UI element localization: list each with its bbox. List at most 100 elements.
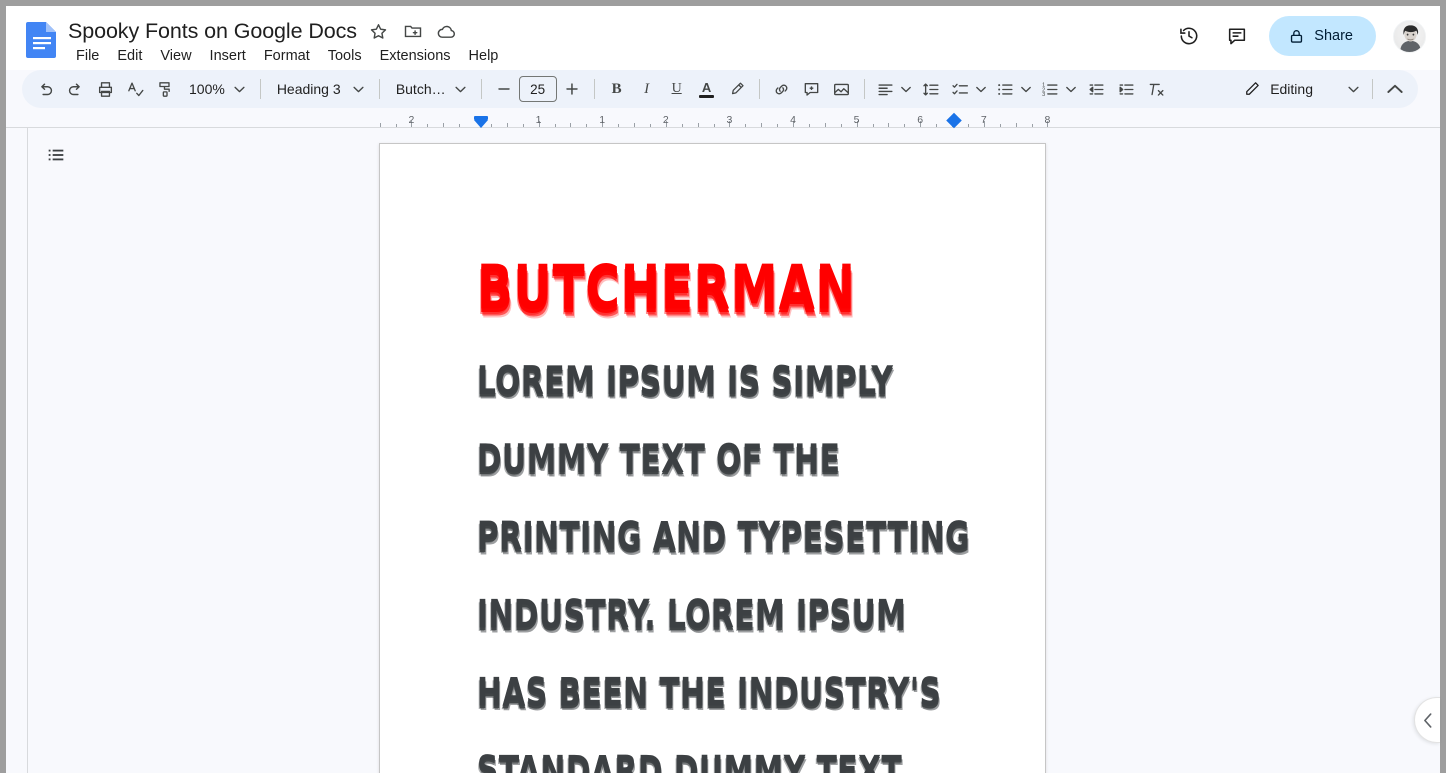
ruler-tick bbox=[570, 123, 572, 127]
bulleted-list-dropdown[interactable] bbox=[992, 75, 1037, 103]
font-family-dropdown[interactable]: Butch… bbox=[387, 75, 474, 103]
horizontal-ruler[interactable]: 2 1 1 2 3 4 5 6 7 8 bbox=[6, 112, 1440, 129]
ruler-tick bbox=[936, 124, 938, 127]
toolbar-divider bbox=[259, 79, 261, 99]
editing-mode-dropdown[interactable]: Editing bbox=[1235, 74, 1365, 104]
ruler-tick bbox=[490, 124, 492, 127]
left-indent-marker[interactable] bbox=[474, 120, 488, 128]
align-left-icon bbox=[876, 80, 895, 99]
move-folder-icon[interactable] bbox=[401, 19, 425, 43]
ruler-number: 6 bbox=[917, 114, 924, 126]
menu-tools[interactable]: Tools bbox=[320, 44, 370, 68]
redo-icon[interactable] bbox=[60, 74, 90, 104]
highlight-color-button[interactable] bbox=[722, 74, 752, 104]
insert-image-icon[interactable] bbox=[827, 74, 857, 104]
version-history-icon[interactable] bbox=[1169, 16, 1209, 56]
ruler-tick bbox=[586, 124, 588, 127]
ruler-tick bbox=[459, 124, 461, 127]
spellcheck-icon[interactable] bbox=[120, 74, 150, 104]
ruler-tick bbox=[681, 124, 683, 127]
decrease-font-size-button[interactable] bbox=[489, 74, 519, 104]
app-header: Spooky Fonts on Google Docs File Edit Vi… bbox=[6, 6, 1440, 70]
document-title-row: Spooky Fonts on Google Docs bbox=[68, 16, 459, 46]
ruler-tick bbox=[427, 124, 429, 127]
google-docs-logo-icon[interactable] bbox=[24, 20, 60, 58]
ruler-number: 5 bbox=[853, 114, 860, 126]
zoom-dropdown[interactable]: 100% bbox=[180, 75, 253, 103]
lock-icon bbox=[1288, 28, 1305, 45]
pencil-icon bbox=[1243, 80, 1261, 98]
checklist-icon bbox=[951, 80, 970, 99]
user-avatar[interactable] bbox=[1393, 19, 1426, 53]
share-button[interactable]: Share bbox=[1269, 16, 1376, 56]
numbered-list-dropdown[interactable]: 1 2 3 bbox=[1037, 75, 1082, 103]
align-dropdown[interactable] bbox=[872, 75, 917, 103]
document-body[interactable]: BUTCHERMAN Lorem Ipsum is simply dummy t… bbox=[477, 252, 977, 773]
chevron-down-icon bbox=[452, 80, 470, 98]
menu-extensions[interactable]: Extensions bbox=[372, 44, 459, 68]
text-color-swatch bbox=[699, 94, 715, 98]
toolbar-divider bbox=[758, 79, 760, 99]
ruler-tick bbox=[713, 124, 715, 127]
vruler-baseline bbox=[27, 128, 28, 773]
ruler-tick bbox=[904, 124, 906, 127]
paint-format-icon[interactable] bbox=[150, 74, 180, 104]
ruler-number: 4 bbox=[790, 114, 796, 126]
paragraph-style-value: Heading 3 bbox=[276, 81, 341, 97]
cloud-saved-icon[interactable] bbox=[435, 19, 459, 43]
comments-icon[interactable] bbox=[1217, 16, 1257, 56]
underline-button[interactable]: U bbox=[662, 74, 692, 104]
increase-font-size-button[interactable] bbox=[557, 74, 587, 104]
document-page[interactable]: BUTCHERMAN Lorem Ipsum is simply dummy t… bbox=[379, 143, 1046, 773]
editing-mode-label: Editing bbox=[1270, 81, 1313, 97]
ruler-tick bbox=[967, 124, 969, 127]
ruler-tick bbox=[697, 123, 699, 127]
print-icon[interactable] bbox=[90, 74, 120, 104]
bold-button[interactable]: B bbox=[602, 74, 632, 104]
ruler-tick bbox=[649, 124, 651, 127]
paragraph-style-dropdown[interactable]: Heading 3 bbox=[268, 75, 372, 103]
ruler-tick bbox=[808, 124, 810, 127]
clear-formatting-icon[interactable] bbox=[1142, 74, 1172, 104]
text-color-button[interactable]: A bbox=[692, 74, 722, 104]
increase-indent-icon[interactable] bbox=[1112, 74, 1142, 104]
toolbar-divider bbox=[593, 79, 595, 99]
menu-file[interactable]: File bbox=[68, 44, 107, 68]
ruler-tick bbox=[1015, 123, 1017, 127]
menu-insert[interactable]: Insert bbox=[202, 44, 254, 68]
document-heading: BUTCHERMAN bbox=[477, 252, 856, 324]
ruler-tick bbox=[634, 123, 635, 127]
star-icon[interactable] bbox=[367, 19, 391, 43]
underline-glyph: U bbox=[671, 81, 682, 96]
side-panel-toggle[interactable] bbox=[1414, 697, 1440, 743]
collapse-toolbar-icon[interactable] bbox=[1380, 74, 1410, 104]
document-title[interactable]: Spooky Fonts on Google Docs bbox=[68, 16, 357, 46]
menu-view[interactable]: View bbox=[152, 44, 199, 68]
decrease-indent-icon[interactable] bbox=[1082, 74, 1112, 104]
chevron-down-icon bbox=[897, 80, 915, 98]
font-size-input[interactable]: 25 bbox=[518, 76, 557, 102]
right-indent-marker[interactable] bbox=[946, 112, 962, 129]
ruler-tick bbox=[745, 124, 747, 127]
share-label: Share bbox=[1314, 28, 1353, 44]
ruler-number: 3 bbox=[726, 114, 733, 126]
bold-glyph: B bbox=[611, 80, 622, 97]
line-spacing-icon[interactable] bbox=[917, 74, 947, 104]
undo-icon[interactable] bbox=[30, 74, 60, 104]
menu-edit[interactable]: Edit bbox=[109, 44, 150, 68]
font-family-value: Butch… bbox=[395, 81, 446, 97]
ruler-tick bbox=[522, 124, 524, 127]
ruler-baseline bbox=[6, 127, 1440, 128]
vertical-ruler[interactable] bbox=[6, 128, 28, 773]
add-comment-icon[interactable] bbox=[797, 74, 827, 104]
menu-help[interactable]: Help bbox=[461, 44, 507, 68]
insert-link-icon[interactable] bbox=[767, 74, 797, 104]
checklist-dropdown[interactable] bbox=[947, 75, 992, 103]
chevron-down-icon bbox=[1017, 80, 1035, 98]
ruler-number: 2 bbox=[408, 114, 415, 126]
menu-format[interactable]: Format bbox=[256, 44, 318, 68]
ruler-number: 1 bbox=[599, 114, 606, 126]
italic-button[interactable]: I bbox=[632, 74, 662, 104]
ruler-tick bbox=[888, 123, 890, 127]
show-outline-button[interactable] bbox=[41, 140, 71, 170]
